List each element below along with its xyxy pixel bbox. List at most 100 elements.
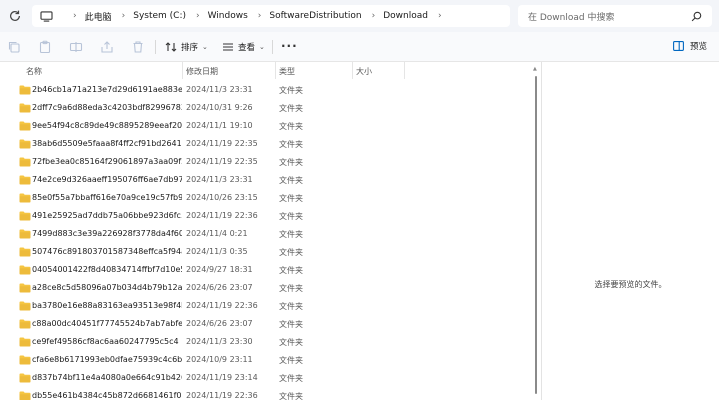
file-row[interactable]: 38ab6d5509e5faaa8f4ff2cf91bd2641 2024/11/…	[0, 135, 540, 153]
toolbar-divider	[155, 40, 156, 54]
breadcrumb-item[interactable]: › System (C:)	[112, 11, 186, 21]
view-icon	[223, 43, 233, 51]
folder-icon	[19, 103, 31, 113]
file-row[interactable]: 2b46cb1a71a213e7d29d6191ae883e... 2024/11…	[0, 81, 540, 99]
file-row[interactable]: 491e25925ad7ddb75a06bbe923d6fc... 2024/11…	[0, 207, 540, 225]
chevron-right-icon[interactable]: ›	[438, 11, 442, 21]
column-divider[interactable]	[352, 62, 353, 79]
file-row[interactable]: 507476c891803701587348effca5f94a 2024/11/…	[0, 243, 540, 261]
folder-icon	[19, 85, 31, 95]
file-date: 2024/9/27 18:31	[186, 265, 253, 274]
address-path[interactable]: › 此电脑 › System (C:) › Windows › SoftwareDist…	[32, 5, 510, 27]
column-type[interactable]: 类型	[279, 66, 295, 77]
folder-icon	[19, 211, 31, 221]
file-date: 2024/11/19 23:14	[186, 373, 258, 382]
file-type: 文件夹	[279, 194, 303, 203]
column-divider[interactable]	[275, 62, 276, 79]
breadcrumb-item[interactable]: › 此电脑	[63, 10, 112, 23]
view-button[interactable]: 查看 ⌄	[222, 40, 265, 54]
toolbar-divider	[272, 40, 273, 54]
preview-pane: 选择要预览的文件。	[542, 62, 719, 400]
search-input[interactable]: 在 Download 中搜索	[518, 5, 712, 27]
file-row[interactable]: cfa6e8b6171993eb0dfae75939c4c6b8 2024/10/…	[0, 351, 540, 369]
breadcrumb-item[interactable]: › Download ›	[362, 11, 450, 21]
file-list: 名称 修改日期 类型 大小 2b46cb1a71a213e7d29d6191ae…	[0, 62, 540, 400]
breadcrumb-item[interactable]: › Windows	[186, 11, 248, 21]
file-row[interactable]: 7499d883c3e39a226928f3778da4f602 2024/11/…	[0, 225, 540, 243]
file-row[interactable]: 9ee54f94c8c89de49c8895289eeaf204 2024/11/…	[0, 117, 540, 135]
file-row[interactable]: 04054001422f8d40834714ffbf7d10e5 2024/9/2…	[0, 261, 540, 279]
file-date: 2024/11/19 22:35	[186, 157, 258, 166]
breadcrumb-label: System (C:)	[133, 11, 186, 21]
chevron-right-icon: ›	[196, 11, 200, 21]
file-type: 文件夹	[279, 176, 303, 185]
file-row[interactable]: db55e461b4384c45b872d6681461f0 2024/11/19…	[0, 387, 540, 400]
file-date: 2024/11/19 22:36	[186, 211, 258, 220]
folder-icon	[19, 319, 31, 329]
file-type: 文件夹	[279, 374, 303, 383]
preview-message: 选择要预览的文件。	[594, 280, 667, 289]
preview-label: 预览	[689, 42, 707, 52]
folder-icon	[19, 373, 31, 383]
file-name: d837b74bf11e4a4080a0e664c91b426a	[32, 373, 182, 382]
column-divider[interactable]	[182, 62, 183, 79]
file-type: 文件夹	[279, 338, 303, 347]
delete-icon[interactable]	[131, 40, 145, 54]
folder-icon	[19, 265, 31, 275]
breadcrumb-item[interactable]: › SoftwareDistribution	[248, 11, 362, 21]
file-row[interactable]: 74e2ce9d326aaeff195076ff6ae7db97 2024/11/…	[0, 171, 540, 189]
file-row[interactable]: ba3780e16e88a83163ea93513e98f4be 2024/11/…	[0, 297, 540, 315]
file-name: 7499d883c3e39a226928f3778da4f602	[32, 229, 182, 238]
column-date[interactable]: 修改日期	[186, 66, 218, 77]
file-name: 2dff7c9a6d88eda3c4203bdf82996783	[32, 103, 182, 112]
file-row[interactable]: 2dff7c9a6d88eda3c4203bdf82996783 2024/10/…	[0, 99, 540, 117]
share-icon[interactable]	[100, 40, 114, 54]
folder-icon	[19, 283, 31, 293]
file-date: 2024/11/19 22:35	[186, 139, 258, 148]
sort-button[interactable]: 排序 ⌄	[165, 40, 208, 54]
file-row[interactable]: c88a00dc40451f77745524b7ab7abfe5 2024/6/2…	[0, 315, 540, 333]
folder-icon	[19, 121, 31, 131]
view-label: 查看	[238, 43, 256, 53]
chevron-down-icon: ⌄	[202, 43, 208, 51]
chevron-right-icon: ›	[371, 11, 376, 21]
file-name: 72fbe3ea0c85164f29061897a3aa09f3	[32, 157, 182, 166]
file-date: 2024/11/3 0:35	[186, 247, 248, 256]
file-row[interactable]: 85e0f55a7bbaff616e70a9ce19c57fb9 2024/10/…	[0, 189, 540, 207]
folder-icon	[19, 157, 31, 167]
file-type: 文件夹	[279, 122, 303, 131]
file-name: ce9fef49586cf8ac6aa60247795c5c4	[32, 337, 179, 346]
column-size[interactable]: 大小	[356, 66, 372, 77]
file-row[interactable]: a28ce8c5d58096a07b034d4b79b12a... 2024/6/…	[0, 279, 540, 297]
computer-icon	[40, 10, 53, 22]
folder-icon	[19, 193, 31, 203]
column-name[interactable]: 名称	[26, 66, 42, 77]
column-divider[interactable]	[404, 62, 405, 79]
file-row[interactable]: d837b74bf11e4a4080a0e664c91b426a 2024/11/…	[0, 369, 540, 387]
file-type: 文件夹	[279, 284, 303, 293]
file-type: 文件夹	[279, 140, 303, 149]
file-type: 文件夹	[279, 230, 303, 239]
search-placeholder: 在 Download 中搜索	[528, 12, 615, 23]
copy-icon[interactable]	[7, 40, 21, 54]
file-row[interactable]: ce9fef49586cf8ac6aa60247795c5c4 2024/11/3…	[0, 333, 540, 351]
sort-icon	[165, 42, 177, 52]
file-name: a28ce8c5d58096a07b034d4b79b12a...	[32, 283, 182, 292]
file-date: 2024/11/19 22:36	[186, 391, 258, 400]
file-name: 04054001422f8d40834714ffbf7d10e5	[32, 265, 182, 274]
paste-icon[interactable]	[38, 40, 52, 54]
preview-button[interactable]: 预览	[673, 40, 707, 52]
refresh-icon[interactable]	[8, 9, 22, 23]
file-row[interactable]: 72fbe3ea0c85164f29061897a3aa09f3 2024/11/…	[0, 153, 540, 171]
file-type: 文件夹	[279, 248, 303, 257]
more-options-icon[interactable]: ···	[281, 40, 298, 52]
file-date: 2024/11/19 22:36	[186, 301, 258, 310]
scrollbar-thumb[interactable]	[535, 76, 537, 394]
folder-icon	[19, 247, 31, 257]
file-type: 文件夹	[279, 212, 303, 221]
file-name: 491e25925ad7ddb75a06bbe923d6fc...	[32, 211, 182, 220]
scroll-up-arrow-icon[interactable]: ▲	[533, 66, 537, 72]
folder-icon	[19, 355, 31, 365]
file-type: 文件夹	[279, 158, 303, 167]
rename-icon[interactable]	[69, 40, 83, 54]
